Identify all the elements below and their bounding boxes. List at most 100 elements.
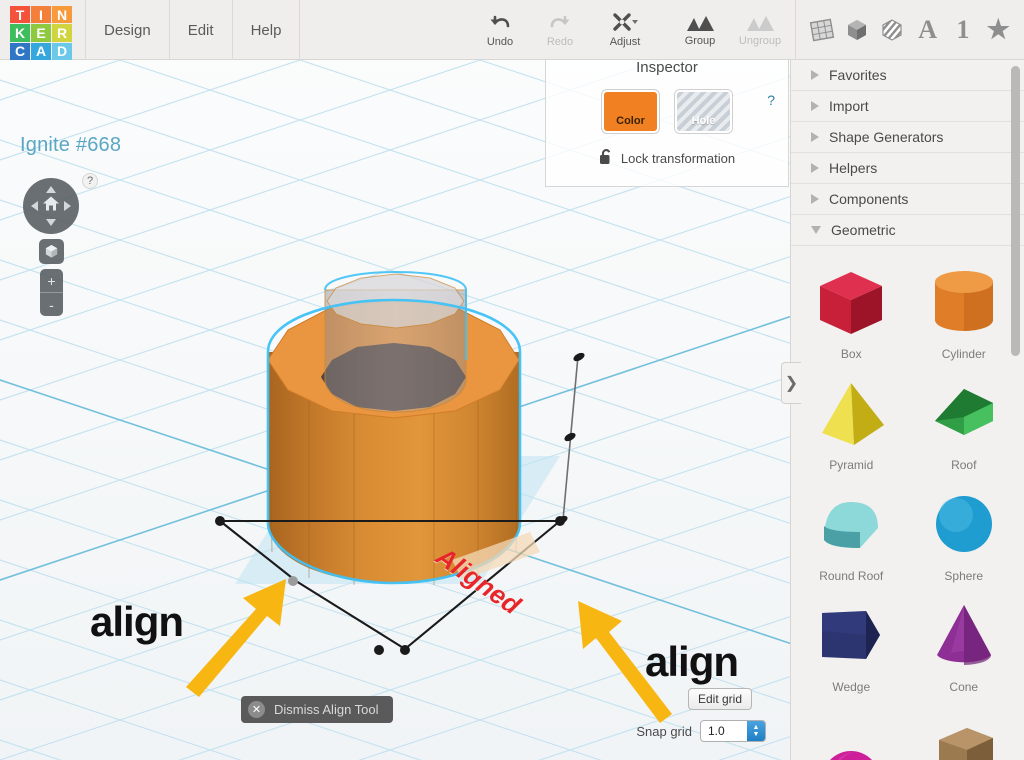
sidebar-scrollbar[interactable] (1011, 66, 1020, 356)
snap-grid-value[interactable]: 1.0 (701, 724, 747, 738)
undo-button[interactable]: Undo (470, 0, 530, 60)
main-menu: Design Edit Help (85, 0, 301, 60)
tinkercad-logo[interactable]: TIN KER CAD (10, 6, 72, 60)
box-icon (810, 261, 892, 345)
chevron-right-icon[interactable] (811, 163, 819, 173)
chevron-right-icon[interactable] (811, 194, 819, 204)
solid-shape-icon[interactable] (842, 13, 872, 47)
sidebar-section-geometric[interactable]: Geometric (791, 215, 1024, 246)
chevron-right-icon[interactable] (811, 70, 819, 80)
shape-item-label: Roof (951, 458, 977, 472)
shape-item-round-roof[interactable]: Round Roof (795, 476, 908, 587)
undo-icon (490, 15, 510, 28)
shape-item-label: Sphere (944, 569, 984, 583)
cone-icon (923, 594, 1005, 678)
roof-icon (923, 372, 1005, 456)
redo-label: Redo (546, 36, 574, 48)
group-button[interactable]: Group (670, 0, 730, 60)
inspector-panel[interactable]: Inspector ? Color Hole Lock transformati… (545, 48, 789, 187)
chevron-right-icon[interactable] (811, 101, 819, 111)
sidebar-section-helpers[interactable]: Helpers (791, 153, 1024, 184)
shape-item-label: Box (840, 347, 862, 361)
ungroup-label: Ungroup (738, 35, 782, 47)
group-icon (687, 16, 714, 31)
shape-item-sphere[interactable]: Sphere (908, 476, 1021, 587)
round-roof-icon (810, 483, 892, 567)
shape-item-box[interactable]: Box (795, 254, 908, 365)
shape-item-label: Cylinder (941, 347, 986, 361)
shape-item-label: Cone (949, 680, 979, 694)
shape-item-roof[interactable]: Roof (908, 365, 1021, 476)
workplane-icon[interactable] (807, 13, 837, 47)
color-swatch-button[interactable]: Color (602, 90, 659, 133)
tinkercad-app: Ignite #668 ? + - Aligned align align ✕ … (0, 0, 1024, 760)
hole-shape-icon[interactable] (877, 13, 907, 47)
adjust-label: Adjust (609, 36, 641, 48)
shape-item-wedge[interactable]: Wedge (795, 587, 908, 698)
ungroup-button[interactable]: Ungroup (730, 0, 790, 60)
text-icon[interactable]: A (913, 13, 943, 47)
shapes-sidebar[interactable]: Favorites Import Shape Generators Helpers Co… (790, 60, 1024, 760)
history-tools: Undo Redo (470, 0, 590, 60)
chevron-right-icon[interactable] (811, 132, 819, 142)
unlocked-padlock-icon (599, 148, 613, 168)
sidebar-section-label: Import (829, 98, 869, 114)
group-tools: Group Ungroup (670, 0, 790, 60)
sidebar-section-import[interactable]: Import (791, 91, 1024, 122)
snap-grid-stepper[interactable]: 1.0 ▲ ▼ (700, 720, 766, 742)
sidebar-section-label: Components (829, 191, 909, 207)
logo-tile-e: E (31, 24, 51, 42)
cylinder-icon (923, 261, 1005, 345)
sidebar-section-components[interactable]: Components (791, 184, 1024, 215)
logo-tile-r: R (52, 24, 72, 42)
sidebar-section-favorites[interactable]: Favorites (791, 60, 1024, 91)
annotation-label-right: align (645, 638, 739, 685)
sidebar-section-label: Helpers (829, 160, 878, 176)
chevron-down-icon[interactable] (811, 226, 821, 234)
adjust-button[interactable]: Adjust (595, 0, 655, 60)
sidebar-section-shape-generators[interactable]: Shape Generators (791, 122, 1024, 153)
lock-transformation-label: Lock transformation (620, 150, 736, 166)
edit-grid-button[interactable]: Edit grid (687, 688, 752, 710)
hole-swatch-label: Hole (691, 115, 716, 127)
dismiss-align-tool-button[interactable]: ✕ Dismiss Align Tool (241, 696, 393, 723)
logo-tile-i: I (31, 6, 51, 24)
shape-item-pyramid[interactable]: Pyramid (795, 365, 908, 476)
snap-grid-spinner-icon[interactable]: ▲ ▼ (747, 721, 765, 741)
sidebar-sections: Favorites Import Shape Generators Helpers Co… (791, 60, 1024, 246)
menu-item-design[interactable]: Design (85, 0, 170, 60)
shape-item-hemisphere[interactable] (795, 698, 908, 760)
snap-grid-label: Snap grid (636, 723, 692, 739)
hole-swatch-button[interactable]: Hole (675, 90, 732, 133)
annotation-arrow-left (186, 579, 286, 697)
lock-transformation-toggle[interactable]: Lock transformation (546, 148, 788, 168)
inspector-help-icon[interactable]: ? (767, 92, 775, 108)
number-icon[interactable]: 1 (948, 13, 978, 47)
pyramid-icon (810, 372, 892, 456)
shape-item-prism[interactable] (908, 698, 1021, 760)
redo-button[interactable]: Redo (530, 0, 590, 60)
dismiss-align-tool-label: Dismiss Align Tool (274, 702, 379, 717)
menu-item-help[interactable]: Help (233, 0, 301, 60)
top-toolbar: TINKERCAD Design Edit Help Undo Redo Adj… (0, 0, 1024, 60)
object-type-toolbar: A 1 ★ (795, 0, 1024, 60)
collapse-panel-button[interactable]: ❯ (781, 362, 801, 404)
inspector-title: Inspector (636, 59, 698, 76)
menu-item-edit[interactable]: Edit (170, 0, 233, 60)
ungroup-icon (747, 16, 774, 31)
shape-item-cylinder[interactable]: Cylinder (908, 254, 1021, 365)
shapes-grid: Box Cylinder Pyramid Roof Round Roof Sphere We… (791, 246, 1024, 760)
favorites-star-icon[interactable]: ★ (983, 13, 1013, 47)
redo-icon (550, 15, 570, 28)
spinner-down-icon[interactable]: ▼ (753, 731, 760, 738)
logo-tile-a: A (31, 42, 51, 60)
sidebar-section-label: Favorites (829, 67, 887, 83)
logo-tile-n: N (52, 6, 72, 24)
group-label: Group (684, 35, 716, 47)
shape-item-label: Round Roof (819, 569, 884, 583)
close-icon: ✕ (248, 701, 265, 718)
spinner-up-icon[interactable]: ▲ (753, 724, 760, 731)
sphere-icon (923, 483, 1005, 567)
shape-item-cone[interactable]: Cone (908, 587, 1021, 698)
shape-item-label: Pyramid (829, 458, 874, 472)
